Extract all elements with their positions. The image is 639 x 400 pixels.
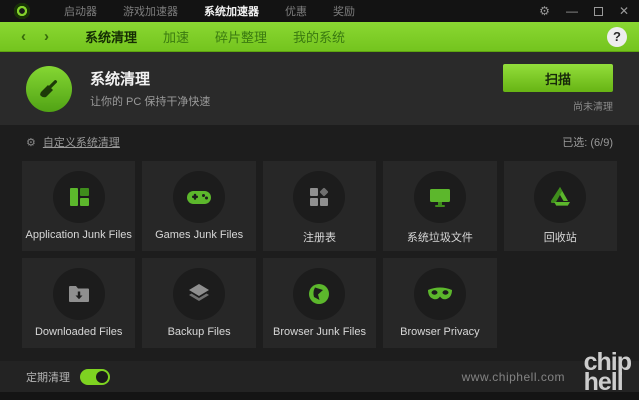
tile-label: Application Junk Files xyxy=(22,229,135,241)
app-logo-icon xyxy=(14,3,30,19)
tile-label: 系统垃圾文件 xyxy=(383,229,496,245)
tile-browser-privacy[interactable]: Browser Privacy xyxy=(383,258,496,348)
forward-chevron-icon[interactable]: › xyxy=(44,29,49,44)
header-text: 系统清理 让你的 PC 保持干净快速 xyxy=(90,68,210,109)
customize-row: ⚙ 自定义系统清理 已选: (6/9) xyxy=(0,125,639,159)
scan-status: 尚未清理 xyxy=(503,98,613,113)
tile-label: Browser Junk Files xyxy=(263,326,376,338)
mask-icon xyxy=(414,268,466,320)
tile-label: Downloaded Files xyxy=(22,326,135,338)
tab-system-cleaner[interactable]: 系统清理 xyxy=(72,27,150,46)
scan-button[interactable]: 扫描 xyxy=(503,64,613,92)
tile-system-junk-files[interactable]: 系统垃圾文件 xyxy=(383,161,496,251)
titlebar-tabs: 启动器 游戏加速器 系统加速器 优惠 奖励 xyxy=(64,3,355,19)
tile-recycle-bin[interactable]: 回收站 xyxy=(504,161,617,251)
watermark-url: www.chiphell.com xyxy=(462,370,565,384)
titlebar-tab-launcher[interactable]: 启动器 xyxy=(64,3,97,19)
tile-label: Games Junk Files xyxy=(142,229,255,241)
cleanup-tiles-grid: Application Junk Files Games Junk Files … xyxy=(0,159,639,348)
tile-games-junk-files[interactable]: Games Junk Files xyxy=(142,161,255,251)
help-button[interactable]: ? xyxy=(607,27,627,47)
page-subtitle: 让你的 PC 保持干净快速 xyxy=(90,93,210,109)
tile-backup-files[interactable]: Backup Files xyxy=(142,258,255,348)
tile-application-junk-files[interactable]: Application Junk Files xyxy=(22,161,135,251)
broom-icon xyxy=(26,66,72,112)
tile-label: Backup Files xyxy=(142,326,255,338)
tile-label: Browser Privacy xyxy=(383,326,496,338)
tile-label: 回收站 xyxy=(504,229,617,245)
globe-icon xyxy=(293,268,345,320)
close-icon[interactable]: ✕ xyxy=(619,5,629,17)
chiphell-logo: chip hell xyxy=(584,352,631,392)
settings-icon[interactable]: ⚙ xyxy=(539,5,550,17)
tab-my-system[interactable]: 我的系统 xyxy=(280,27,358,46)
page-title: 系统清理 xyxy=(90,68,210,89)
selected-count: 已选: (6/9) xyxy=(562,134,613,150)
bottom-strip xyxy=(0,392,639,400)
titlebar-tab-deals[interactable]: 优惠 xyxy=(285,3,307,19)
customize-cleanup-label: 自定义系统清理 xyxy=(43,134,120,150)
window-controls: ⚙ — ✕ xyxy=(539,5,629,17)
minimize-icon[interactable]: — xyxy=(566,5,578,17)
titlebar: 启动器 游戏加速器 系统加速器 优惠 奖励 ⚙ — ✕ xyxy=(0,0,639,22)
titlebar-tab-system-booster[interactable]: 系统加速器 xyxy=(204,3,259,19)
monitor-icon xyxy=(414,171,466,223)
wrench-icon: ⚙ xyxy=(26,136,36,149)
feature-tabs: 系统清理 加速 碎片整理 我的系统 xyxy=(72,27,358,46)
tab-defrag[interactable]: 碎片整理 xyxy=(202,27,280,46)
scheduled-clean-label: 定期清理 xyxy=(26,369,70,385)
tile-downloaded-files[interactable]: Downloaded Files xyxy=(22,258,135,348)
titlebar-tab-rewards[interactable]: 奖励 xyxy=(333,3,355,19)
recycle-icon xyxy=(534,171,586,223)
download-folder-icon xyxy=(53,268,105,320)
header-right: 扫描 尚未清理 xyxy=(503,64,613,113)
page-header: 系统清理 让你的 PC 保持干净快速 扫描 尚未清理 xyxy=(0,52,639,125)
back-chevron-icon[interactable]: ‹ xyxy=(21,29,26,44)
customize-cleanup-link[interactable]: ⚙ 自定义系统清理 xyxy=(26,134,120,150)
registry-icon xyxy=(293,171,345,223)
tile-registry[interactable]: 注册表 xyxy=(263,161,376,251)
tile-label: 注册表 xyxy=(263,229,376,245)
gamepad-icon xyxy=(173,171,225,223)
titlebar-tab-game-booster[interactable]: 游戏加速器 xyxy=(123,3,178,19)
scheduled-clean-toggle[interactable] xyxy=(80,369,110,385)
app-windows-icon xyxy=(53,171,105,223)
feature-navbar: ‹ › 系统清理 加速 碎片整理 我的系统 ? xyxy=(0,22,639,52)
toggle-knob xyxy=(96,371,108,383)
maximize-icon[interactable] xyxy=(594,7,603,16)
layers-icon xyxy=(173,268,225,320)
tile-browser-junk-files[interactable]: Browser Junk Files xyxy=(263,258,376,348)
tab-speed-up[interactable]: 加速 xyxy=(150,27,202,46)
